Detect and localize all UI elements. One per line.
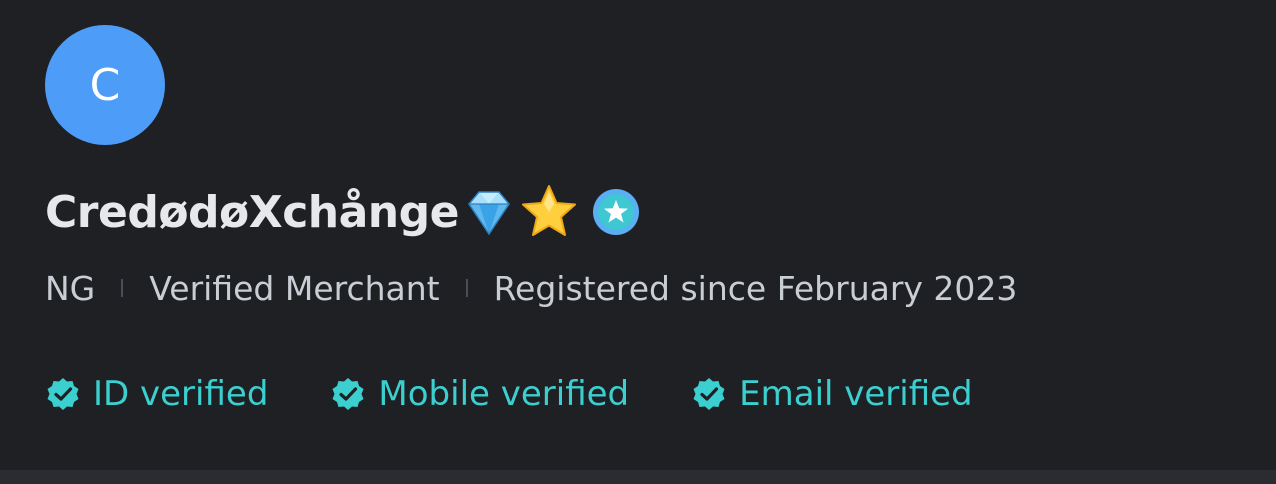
merchant-name: CredødøXchånge bbox=[45, 186, 459, 238]
verified-check-icon bbox=[693, 378, 725, 410]
bottom-divider bbox=[0, 470, 1276, 484]
merchant-name-row: CredødøXchånge bbox=[45, 180, 641, 244]
divider bbox=[465, 279, 468, 297]
verification-list: ID verified Mobile verified Email verifi… bbox=[45, 370, 1035, 418]
mobile-verified-badge: Mobile verified bbox=[330, 374, 629, 414]
verification-label: Mobile verified bbox=[378, 374, 630, 414]
id-verified-badge: ID verified bbox=[45, 374, 268, 414]
merchant-profile-card: C CredødøXchånge NG Verified Merchant Re… bbox=[0, 0, 1276, 470]
star-icon bbox=[521, 185, 576, 236]
registration-date: Registered since February 2023 bbox=[493, 268, 1018, 308]
avatar-initial: C bbox=[89, 59, 121, 111]
merchant-status: Verified Merchant bbox=[149, 268, 440, 308]
verification-label: ID verified bbox=[93, 374, 269, 414]
country-code: NG bbox=[45, 268, 96, 308]
verified-check-icon bbox=[332, 378, 364, 410]
merchant-meta-row: NG Verified Merchant Registered since Fe… bbox=[45, 264, 1017, 312]
email-verified-badge: Email verified bbox=[691, 374, 973, 414]
verification-label: Email verified bbox=[739, 374, 973, 414]
verified-star-badge-icon[interactable] bbox=[591, 187, 641, 237]
verified-check-icon bbox=[47, 378, 79, 410]
avatar[interactable]: C bbox=[45, 25, 165, 145]
divider bbox=[121, 279, 124, 297]
diamond-icon bbox=[468, 191, 510, 236]
